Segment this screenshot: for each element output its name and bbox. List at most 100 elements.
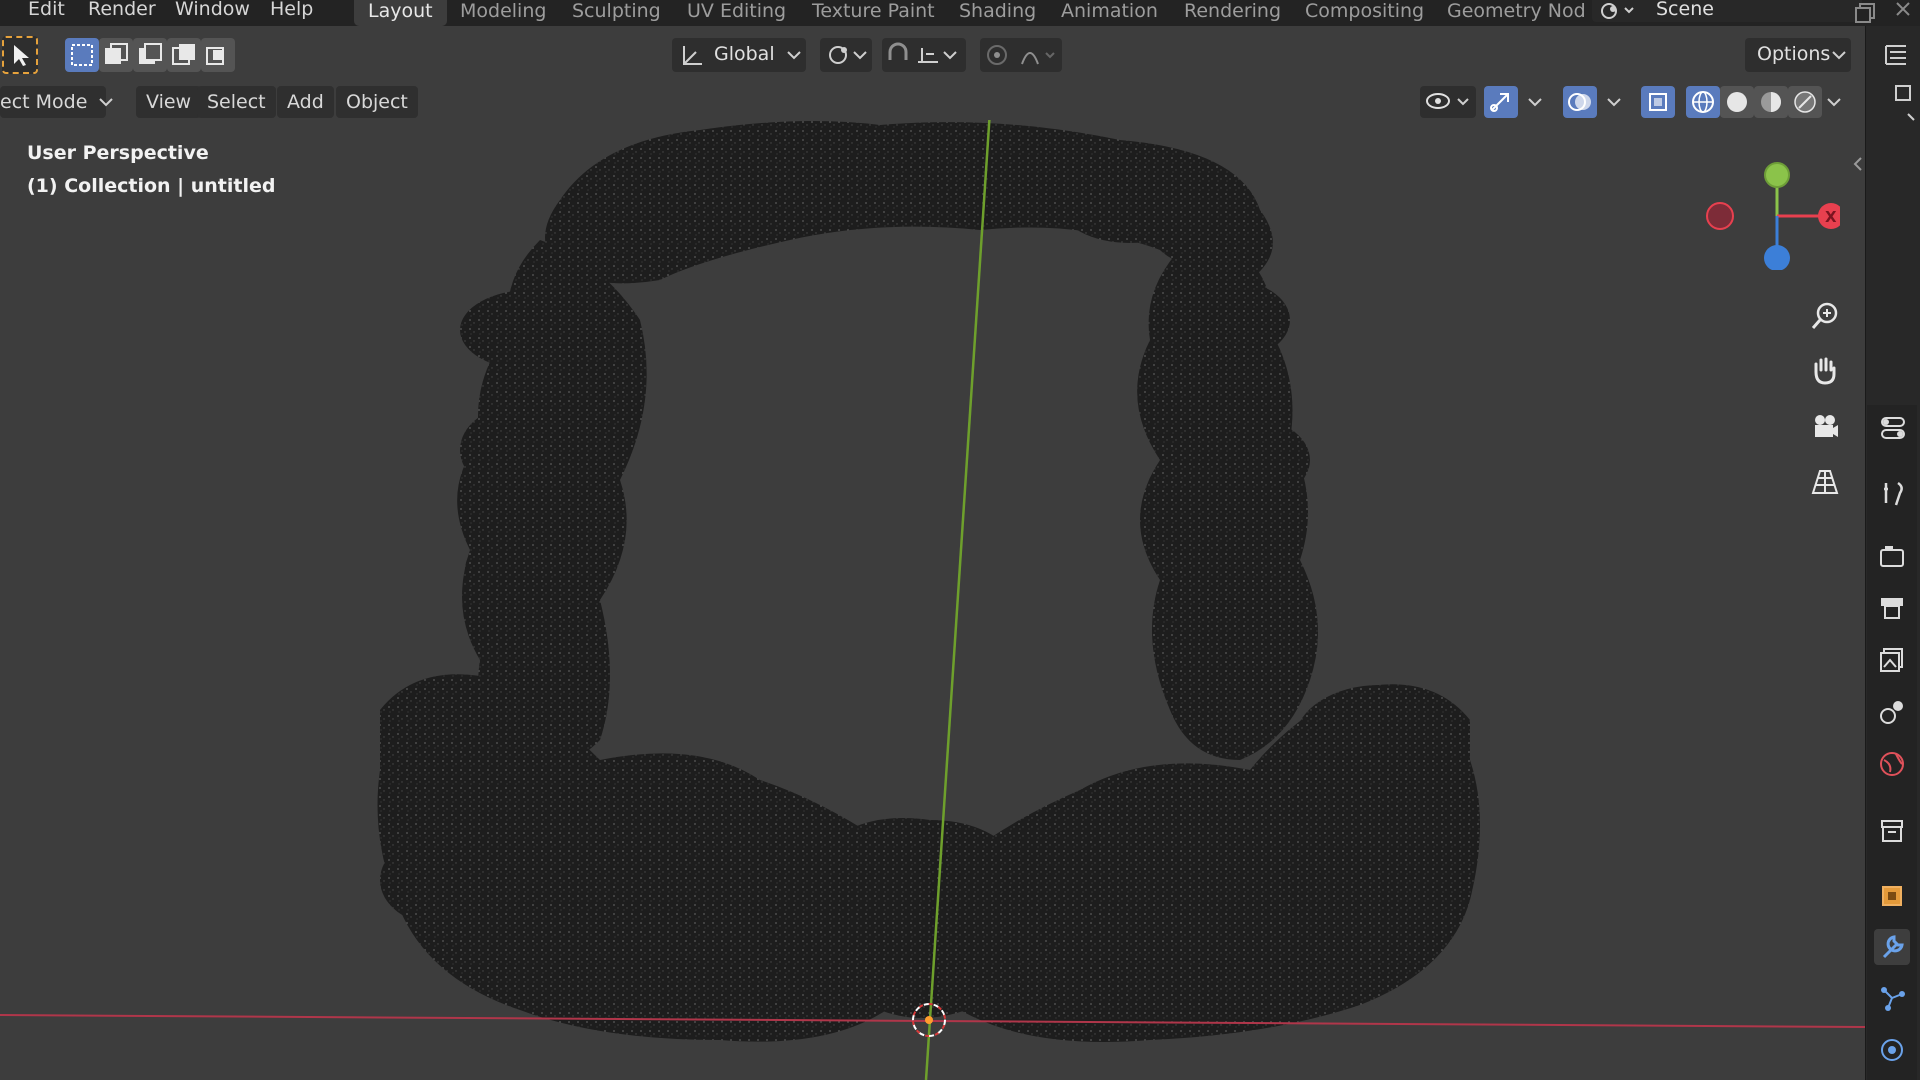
proportional-editing-group[interactable] xyxy=(980,38,1062,72)
tab-sculpting[interactable]: Sculpting xyxy=(558,0,675,26)
top-menu-bar: Edit Render Window Help Layout Modeling … xyxy=(0,0,1920,26)
tab-animation[interactable]: Animation xyxy=(1047,0,1172,26)
solid-sphere-icon xyxy=(1727,92,1747,112)
visibility-dropdown[interactable] xyxy=(1420,86,1476,118)
tab-properties-toggle[interactable] xyxy=(1874,410,1910,446)
zoom-icon xyxy=(1811,302,1838,329)
tab-geometry-nodes[interactable]: Geometry Nod xyxy=(1433,0,1600,26)
menu-object[interactable]: Object xyxy=(336,86,418,118)
chevron-down-icon[interactable] xyxy=(1604,86,1624,118)
cursor-arrow-icon xyxy=(14,45,29,66)
camera-view-button[interactable] xyxy=(1806,408,1844,446)
select-mode-intersect-button[interactable] xyxy=(201,38,235,72)
outliner-icon[interactable] xyxy=(1878,38,1914,74)
menu-render[interactable]: Render xyxy=(88,0,156,19)
gizmo-x-label: X xyxy=(1825,208,1837,226)
orientation-label: Global xyxy=(714,43,775,65)
shading-solid-button[interactable] xyxy=(1720,86,1754,118)
camera-icon xyxy=(1815,415,1838,437)
chevron-down-icon[interactable] xyxy=(1824,86,1844,118)
overlays-toggle-button[interactable] xyxy=(1563,86,1597,118)
shading-rendered-button[interactable] xyxy=(1788,86,1822,118)
navigation-gizmo[interactable]: X xyxy=(1700,150,1840,270)
modifier-icon xyxy=(1882,935,1904,959)
scene-name[interactable]: Scene xyxy=(1656,0,1714,19)
tab-rendering[interactable]: Rendering xyxy=(1170,0,1295,26)
tab-layout[interactable]: Layout xyxy=(354,0,447,26)
scene-selector[interactable] xyxy=(1592,0,1862,22)
menu-window[interactable]: Window xyxy=(175,0,250,19)
close-icon[interactable] xyxy=(1892,0,1916,24)
pivot-icon xyxy=(829,46,867,64)
snapping-group[interactable] xyxy=(882,38,966,72)
3d-viewport[interactable] xyxy=(0,120,1865,1080)
gizmo-toggle-button[interactable] xyxy=(1484,86,1518,118)
world-icon xyxy=(1880,752,1904,776)
chevron-left-icon[interactable] xyxy=(1850,152,1866,176)
render-icon xyxy=(1880,546,1904,567)
tool-icon xyxy=(1884,481,1903,506)
zoom-button[interactable] xyxy=(1806,297,1844,335)
tab-view-layer[interactable] xyxy=(1874,642,1910,678)
select-tool-button[interactable] xyxy=(2,36,38,74)
properties-toggle-icon xyxy=(1881,417,1905,439)
shading-wireframe-button[interactable] xyxy=(1686,86,1720,118)
select-new-icon xyxy=(71,44,93,66)
select-mode-extend-button[interactable] xyxy=(99,38,133,72)
tab-compositing[interactable]: Compositing xyxy=(1291,0,1438,26)
output-icon xyxy=(1881,598,1903,619)
chevron-down-icon xyxy=(99,98,113,107)
shading-material-button[interactable] xyxy=(1754,86,1788,118)
tab-modeling[interactable]: Modeling xyxy=(446,0,560,26)
menu-add[interactable]: Add xyxy=(277,86,334,118)
filter-icon[interactable] xyxy=(1888,80,1918,130)
scene-icon xyxy=(1880,701,1903,724)
gizmo-y-handle[interactable] xyxy=(1764,162,1790,188)
menu-select[interactable]: Select xyxy=(197,86,276,118)
wireframe-sphere-icon xyxy=(1692,91,1714,113)
tab-uv-editing[interactable]: UV Editing xyxy=(673,0,800,26)
proportional-icon xyxy=(987,45,1055,65)
snap-magnet-icon xyxy=(888,42,957,63)
tab-particles[interactable] xyxy=(1874,980,1910,1016)
material-sphere-icon xyxy=(1761,92,1781,112)
tab-world[interactable] xyxy=(1874,746,1910,782)
tab-render[interactable] xyxy=(1874,538,1910,574)
viewport-scene-drawing xyxy=(0,120,1865,1080)
select-mode-invert-button[interactable] xyxy=(167,38,201,72)
object-icon xyxy=(1882,886,1902,906)
tab-object[interactable] xyxy=(1874,878,1910,914)
select-mode-subtract-button[interactable] xyxy=(133,38,167,72)
xray-toggle-button[interactable] xyxy=(1641,86,1675,118)
chevron-down-icon xyxy=(1832,51,1846,60)
xray-icon xyxy=(1649,93,1667,111)
menu-view[interactable]: View xyxy=(136,86,202,118)
select-subtract-icon xyxy=(139,43,162,64)
ortho-toggle-button[interactable] xyxy=(1806,463,1844,501)
menu-edit[interactable]: Edit xyxy=(28,0,65,19)
pivot-point-dropdown[interactable] xyxy=(820,38,872,72)
view-layer-icon xyxy=(1880,648,1903,672)
tab-texture-paint[interactable]: Texture Paint xyxy=(798,0,949,26)
tab-modifier[interactable] xyxy=(1874,929,1910,965)
window-maximize-icon[interactable] xyxy=(1854,0,1882,24)
tab-physics[interactable] xyxy=(1874,1032,1910,1068)
interaction-mode-dropdown[interactable]: ect Mode xyxy=(0,86,113,118)
options-dropdown[interactable]: Options xyxy=(1745,38,1851,72)
chevron-down-icon[interactable] xyxy=(1525,86,1545,118)
tab-scene[interactable] xyxy=(1874,694,1910,730)
gizmo-z-handle[interactable] xyxy=(1764,245,1790,270)
orientation-axes-icon xyxy=(683,46,702,65)
tab-output[interactable] xyxy=(1874,590,1910,626)
tab-shading[interactable]: Shading xyxy=(945,0,1050,26)
rendered-sphere-icon xyxy=(1794,91,1816,113)
tab-collection[interactable] xyxy=(1874,812,1910,848)
eye-selectable-icon xyxy=(1426,93,1469,109)
gizmo-neg-x-handle[interactable] xyxy=(1706,202,1734,230)
select-mode-new-button[interactable] xyxy=(65,38,99,72)
tab-tool[interactable] xyxy=(1874,475,1910,511)
pan-button[interactable] xyxy=(1806,352,1844,390)
viewport-collection-label: (1) Collection | untitled xyxy=(27,175,276,197)
menu-help[interactable]: Help xyxy=(270,0,313,19)
transform-orientation-dropdown[interactable]: Global xyxy=(672,38,806,72)
